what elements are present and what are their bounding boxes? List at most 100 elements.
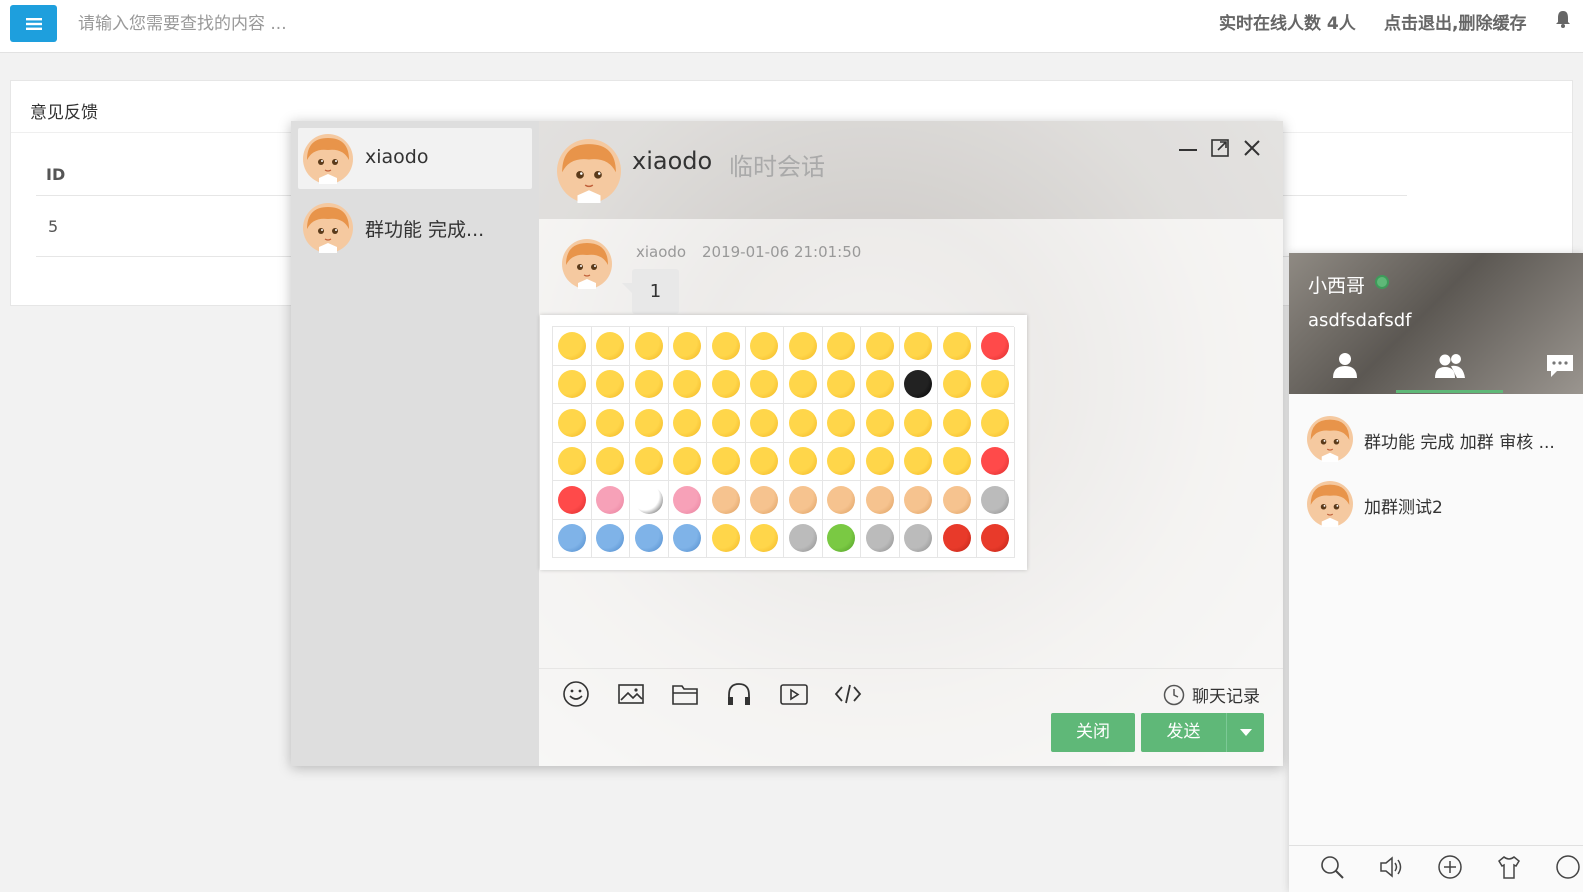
emoji-crying[interactable]	[553, 365, 592, 404]
emoji-scream[interactable]	[784, 442, 823, 481]
emoji-mad[interactable]	[630, 404, 669, 443]
search-input[interactable]: 请输入您需要查找的内容 ...	[78, 9, 287, 34]
emoji-think[interactable]	[745, 404, 784, 443]
emoji-black-face[interactable]	[899, 365, 938, 404]
emoji-bored[interactable]	[861, 365, 900, 404]
emoji-panda[interactable]	[630, 481, 669, 520]
emoji-bear[interactable]	[976, 481, 1015, 520]
emoji-shock[interactable]	[784, 327, 823, 366]
emoji-dizzy[interactable]	[745, 365, 784, 404]
emoji-surprised-eyes[interactable]	[707, 327, 746, 366]
folder-icon[interactable]	[670, 679, 700, 709]
menu-button[interactable]	[10, 5, 57, 42]
emoji-yawn[interactable]	[591, 365, 630, 404]
sound-icon[interactable]	[1378, 854, 1404, 880]
emoji-snicker[interactable]	[822, 442, 861, 481]
emoji-clock-face[interactable]	[861, 519, 900, 558]
emoji-sick[interactable]	[668, 404, 707, 443]
emoji-arrow-down[interactable]	[745, 519, 784, 558]
online-status-dot[interactable]	[1375, 275, 1389, 289]
emoji-thumbs-up[interactable]	[784, 481, 823, 520]
emoji-love-eyes[interactable]	[591, 442, 630, 481]
emoji-thumbs-down[interactable]	[938, 481, 977, 520]
close-button[interactable]: 关闭	[1051, 713, 1135, 752]
emoji-hug[interactable]	[591, 404, 630, 443]
emoji-cake[interactable]	[976, 519, 1015, 558]
bell-icon[interactable]	[1556, 10, 1570, 28]
emoji-confident[interactable]	[899, 442, 938, 481]
emoji-drool[interactable]	[822, 404, 861, 443]
emoji-broken-heart[interactable]	[553, 481, 592, 520]
emoji-fist[interactable]	[861, 481, 900, 520]
emoji-victory[interactable]	[745, 481, 784, 520]
emoji-rabbit[interactable]	[668, 481, 707, 520]
emoji-worried[interactable]	[976, 404, 1015, 443]
minimize-icon[interactable]	[1177, 137, 1199, 159]
send-button[interactable]: 发送	[1141, 713, 1226, 752]
group-item[interactable]: 群功能 完成 加群 审核 ...	[1307, 416, 1583, 466]
emoji-frown[interactable]	[938, 365, 977, 404]
more-icon[interactable]	[1555, 854, 1581, 880]
emoji-shy[interactable]	[630, 365, 669, 404]
headphones-icon[interactable]	[724, 679, 754, 709]
close-icon[interactable]	[1241, 137, 1263, 159]
emoji-clock[interactable]	[591, 519, 630, 558]
video-icon[interactable]	[779, 679, 809, 709]
emoji-give-stamp[interactable]	[668, 519, 707, 558]
emoji-heart-face[interactable]	[976, 327, 1015, 366]
emoji-pig[interactable]	[591, 481, 630, 520]
friends-tab-icon[interactable]	[1328, 351, 1362, 379]
emoji-annoyed[interactable]	[630, 442, 669, 481]
emoji-cloud[interactable]	[630, 519, 669, 558]
emoji-hush[interactable]	[668, 442, 707, 481]
add-icon[interactable]	[1437, 854, 1463, 880]
session-item-group[interactable]: 群功能 完成...	[298, 197, 532, 258]
emoji-money[interactable]	[938, 404, 977, 443]
emoji-sad[interactable]	[938, 327, 977, 366]
emoji-robot[interactable]	[784, 519, 823, 558]
emoji-smirk[interactable]	[822, 327, 861, 366]
logout-link[interactable]: 点击退出,删除缓存	[1384, 9, 1526, 34]
emoji-wet[interactable]	[668, 365, 707, 404]
emoji-silent[interactable]	[899, 327, 938, 366]
maximize-icon[interactable]	[1209, 137, 1231, 159]
emoji-sweat[interactable]	[553, 404, 592, 443]
emoji-angry[interactable]	[784, 365, 823, 404]
emoji-cool[interactable]	[553, 442, 592, 481]
emoji-heart[interactable]	[976, 442, 1015, 481]
emoji-sleep[interactable]	[899, 404, 938, 443]
messages-tab-icon[interactable]	[1543, 351, 1577, 379]
emoji-kiss[interactable]	[707, 442, 746, 481]
emoji-glare[interactable]	[822, 365, 861, 404]
emoji-gift[interactable]	[822, 519, 861, 558]
group-item[interactable]: 加群测试2	[1307, 481, 1583, 531]
emoji-ok-hand[interactable]	[707, 481, 746, 520]
groups-tab-icon[interactable]	[1433, 351, 1467, 379]
emoji-microphone[interactable]	[899, 519, 938, 558]
emoji-smile[interactable]	[553, 327, 592, 366]
emoji-sleepy[interactable]	[861, 404, 900, 443]
emoji-clap[interactable]	[899, 481, 938, 520]
code-icon[interactable]	[833, 679, 863, 709]
emoji-tongue[interactable]	[861, 327, 900, 366]
emoji-pout[interactable]	[745, 442, 784, 481]
session-item-xiaodo[interactable]: xiaodo	[298, 128, 532, 189]
emoji-one-finger[interactable]	[822, 481, 861, 520]
emoji-blush[interactable]	[707, 365, 746, 404]
emoji-grin[interactable]	[591, 327, 630, 366]
search-icon[interactable]	[1319, 854, 1345, 880]
emoji-confused[interactable]	[784, 404, 823, 443]
emoji-people[interactable]	[707, 519, 746, 558]
emoji-astonished[interactable]	[976, 365, 1015, 404]
emoji-icon[interactable]	[561, 679, 591, 709]
skin-icon[interactable]	[1496, 854, 1522, 880]
emoji-laugh[interactable]	[630, 327, 669, 366]
emoji-wink[interactable]	[707, 404, 746, 443]
emoji-stamp[interactable]	[553, 519, 592, 558]
emoji-grin-wide[interactable]	[861, 442, 900, 481]
my-signature[interactable]: asdfsdafsdf	[1308, 310, 1411, 331]
emoji-candle[interactable]	[938, 519, 977, 558]
emoji-text-emoji[interactable]	[938, 442, 977, 481]
emoji-happy[interactable]	[668, 327, 707, 366]
send-options-button[interactable]	[1226, 713, 1264, 752]
